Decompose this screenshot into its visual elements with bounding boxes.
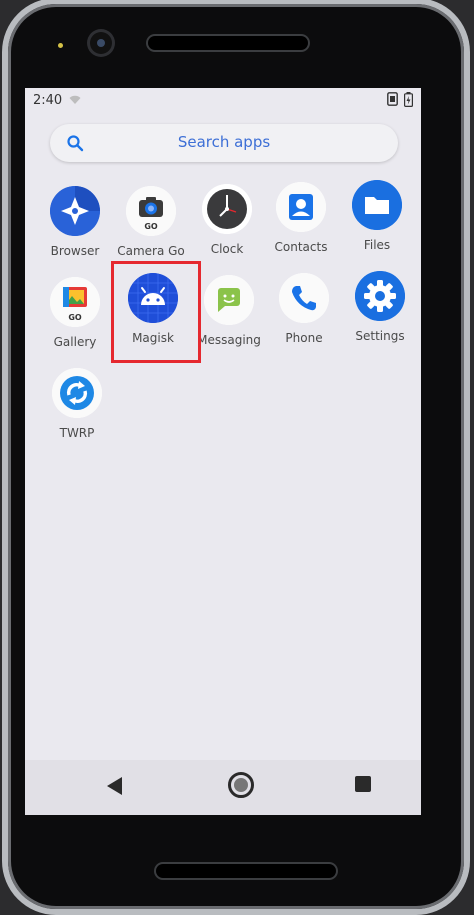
message-bubble-icon: [204, 275, 254, 325]
app-label: Contacts: [274, 240, 328, 254]
app-label: Settings: [355, 329, 405, 343]
folder-icon: [352, 180, 402, 230]
app-settings[interactable]: Settings: [345, 271, 415, 343]
app-messaging[interactable]: Messaging: [194, 275, 264, 347]
app-phone[interactable]: Phone: [269, 273, 339, 345]
svg-text:GO: GO: [68, 313, 82, 322]
sim-icon: [387, 92, 398, 106]
recents-button[interactable]: [355, 776, 371, 792]
app-contacts[interactable]: Contacts: [266, 182, 336, 254]
phone-handset-icon: [279, 273, 329, 323]
svg-text:GO: GO: [144, 222, 158, 231]
app-twrp[interactable]: TWRP: [42, 368, 112, 440]
app-label: Clock: [210, 242, 244, 256]
app-browser[interactable]: Browser: [40, 186, 110, 258]
search-apps-bar[interactable]: Search apps: [50, 124, 398, 162]
app-drawer-screen: 2:40 Search apps Browser GO Camera Go Cl…: [25, 88, 421, 815]
earpiece-speaker: [148, 36, 308, 50]
notification-led: [58, 43, 63, 48]
app-camera-go[interactable]: GO Camera Go: [116, 186, 186, 258]
front-camera: [90, 32, 112, 54]
clock-icon: [202, 184, 252, 234]
app-files[interactable]: Files: [342, 180, 412, 252]
wifi-icon: [69, 95, 81, 104]
app-label: Files: [363, 238, 391, 252]
app-clock[interactable]: Clock: [192, 184, 262, 256]
compass-icon: [50, 186, 100, 236]
app-label: TWRP: [59, 426, 95, 440]
camera-icon: GO: [126, 186, 176, 236]
app-label: Phone: [285, 331, 323, 345]
app-gallery[interactable]: GO Gallery: [40, 277, 110, 349]
highlight-box: [111, 261, 201, 363]
back-button[interactable]: [107, 777, 122, 795]
battery-icon: [404, 92, 413, 107]
app-label: Camera Go: [117, 244, 185, 258]
app-label: Browser: [50, 244, 100, 258]
gallery-icon: GO: [50, 277, 100, 327]
gear-icon: [355, 271, 405, 321]
search-placeholder: Search apps: [177, 133, 271, 151]
navigation-bar: [25, 760, 421, 815]
app-label: Gallery: [53, 335, 97, 349]
app-label: Messaging: [197, 333, 261, 347]
home-button[interactable]: [228, 772, 254, 798]
bottom-speaker: [156, 864, 336, 878]
twrp-refresh-icon: [52, 368, 102, 418]
contact-card-icon: [276, 182, 326, 232]
status-time: 2:40: [33, 93, 63, 108]
status-bar: 2:40: [25, 88, 421, 112]
